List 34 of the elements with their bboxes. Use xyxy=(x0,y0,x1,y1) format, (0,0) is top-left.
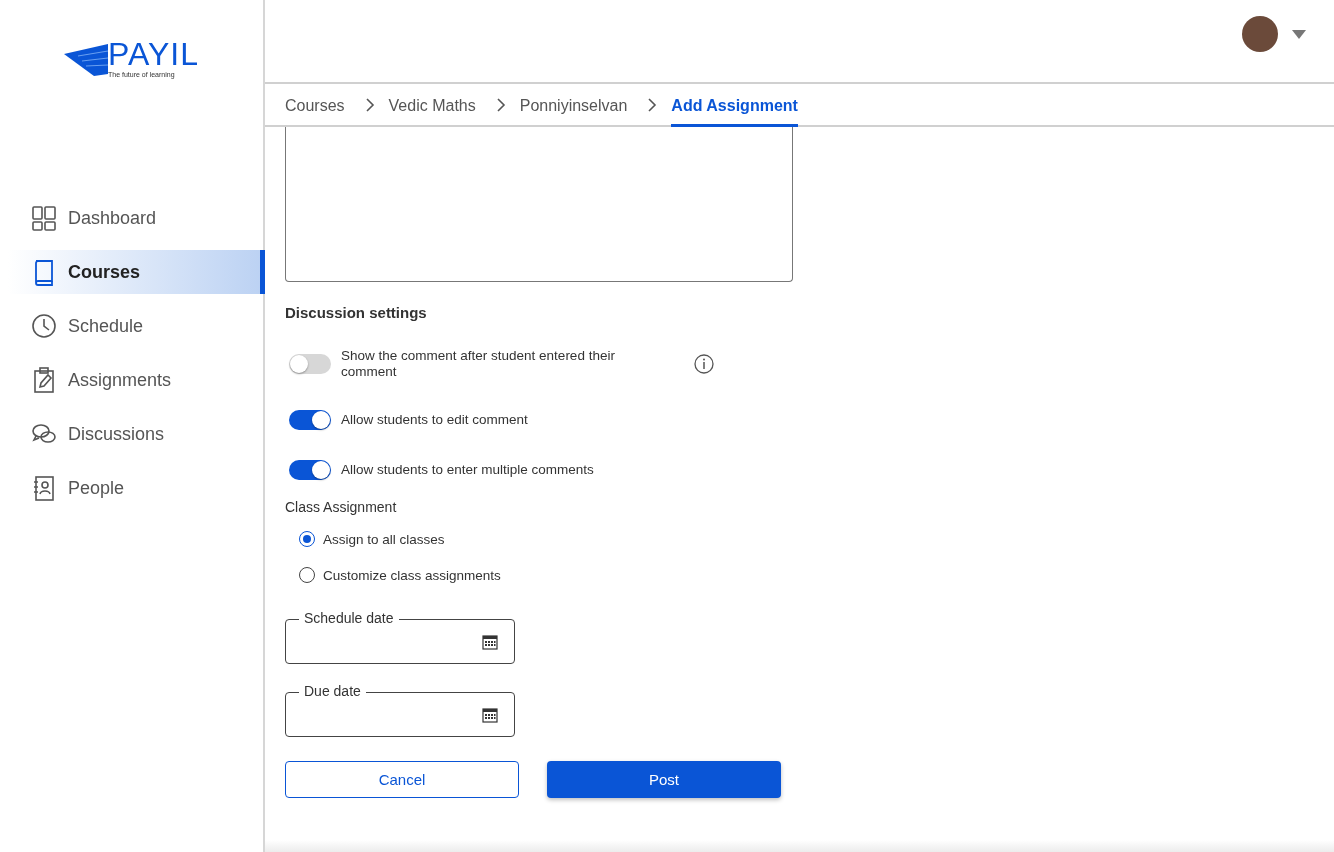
toggle-label: Allow students to enter multiple comments xyxy=(341,462,595,478)
toggle-switch[interactable] xyxy=(289,460,331,480)
toggle-label: Allow students to edit comment xyxy=(341,412,529,428)
breadcrumb-link[interactable]: Courses xyxy=(285,84,345,127)
sidebar-item[interactable]: Dashboard xyxy=(8,196,263,240)
section-label: Class Assignment xyxy=(285,499,398,515)
field-label: Due date xyxy=(299,684,366,699)
section-heading: Discussion settings xyxy=(285,304,428,321)
sidebar-item[interactable]: Discussions xyxy=(8,412,263,456)
chevron-right-icon xyxy=(495,97,506,112)
cancel-button[interactable]: Cancel xyxy=(285,761,519,798)
field-label: Schedule date xyxy=(299,611,399,626)
logo-mark-icon xyxy=(64,42,108,78)
breadcrumb-link[interactable]: Vedic Maths xyxy=(388,84,476,127)
dashboard-icon xyxy=(30,204,58,232)
calendar-icon xyxy=(482,706,498,723)
chevron-right-icon xyxy=(647,97,658,112)
breadcrumb-link[interactable]: Ponniyinselvan xyxy=(519,84,628,127)
logo-wordmark: PAYIL xyxy=(108,38,199,70)
calendar-icon xyxy=(482,633,498,650)
breadcrumb-link[interactable]: Add Assignment xyxy=(671,84,798,127)
radio-label: Customize class assignments xyxy=(323,567,501,583)
chevron-right-icon xyxy=(364,97,375,112)
sidebar-item[interactable]: People xyxy=(8,466,263,510)
avatar[interactable] xyxy=(1242,16,1278,52)
toggle-switch[interactable] xyxy=(289,354,331,374)
post-button[interactable]: Post xyxy=(547,761,781,798)
toggle-label: Show the comment after student entered their comment xyxy=(341,348,616,380)
caret-down-icon xyxy=(1292,29,1306,39)
sidebar-item[interactable]: Assignments xyxy=(8,358,263,402)
clock-icon xyxy=(30,312,58,340)
radio-label: Assign to all classes xyxy=(323,531,445,547)
toggle-switch[interactable] xyxy=(289,410,331,430)
sidebar-item[interactable]: Schedule xyxy=(8,304,263,348)
